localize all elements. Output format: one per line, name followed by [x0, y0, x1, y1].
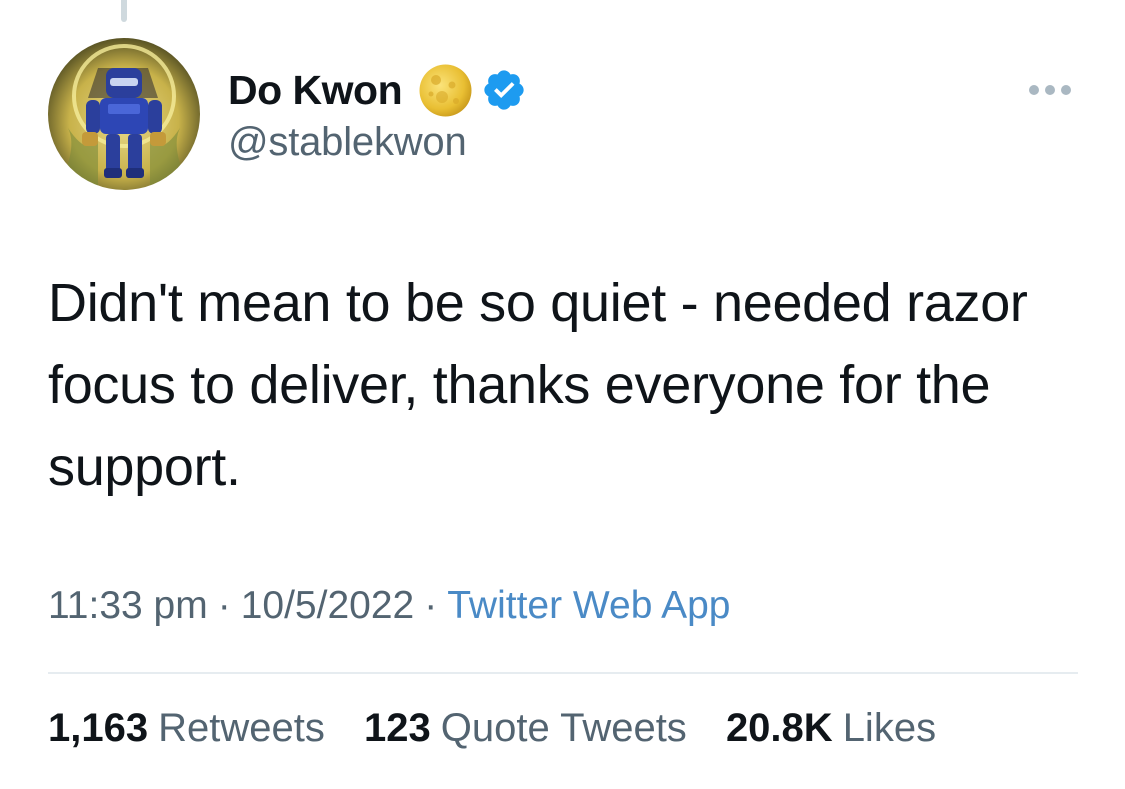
meta-separator: · — [424, 584, 438, 627]
verified-badge-icon[interactable] — [481, 67, 527, 113]
author-display-name[interactable]: Do Kwon — [228, 67, 403, 114]
quote-tweets-label: Quote Tweets — [440, 706, 687, 750]
retweets-label: Retweets — [158, 706, 325, 750]
quote-tweets-count: 123 — [363, 706, 431, 750]
likes-label: Likes — [842, 706, 937, 750]
more-options-icon[interactable] — [1026, 82, 1074, 98]
likes-stat[interactable]: 20.8K Likes — [726, 706, 936, 751]
tweet-source-link[interactable]: Twitter Web App — [447, 584, 730, 627]
tweet-date[interactable]: 10/5/2022 — [241, 584, 415, 627]
quote-tweets-stat[interactable]: 123 Quote Tweets — [364, 706, 687, 751]
avatar-image — [48, 38, 200, 190]
tweet-meta: 11:33 pm · 10/5/2022 · Twitter Web App — [48, 584, 730, 628]
author-handle[interactable]: @stablekwon — [228, 120, 467, 165]
tweet-time[interactable]: 11:33 pm — [48, 584, 208, 627]
meta-separator: · — [217, 584, 231, 627]
avatar[interactable] — [48, 38, 200, 190]
retweets-count: 1,163 — [48, 706, 149, 750]
author-name-row: Do Kwon — [228, 62, 527, 118]
tweet-stats: 1,163 Retweets 123 Quote Tweets 20.8K Likes — [48, 706, 964, 751]
moon-emoji-icon — [418, 63, 473, 118]
likes-count: 20.8K — [725, 706, 833, 750]
tweet-text: Didn't mean to be so quiet - needed razo… — [48, 273, 1028, 497]
divider — [48, 672, 1078, 674]
retweets-stat[interactable]: 1,163 Retweets — [48, 706, 325, 751]
thread-connector-line — [121, 0, 127, 22]
